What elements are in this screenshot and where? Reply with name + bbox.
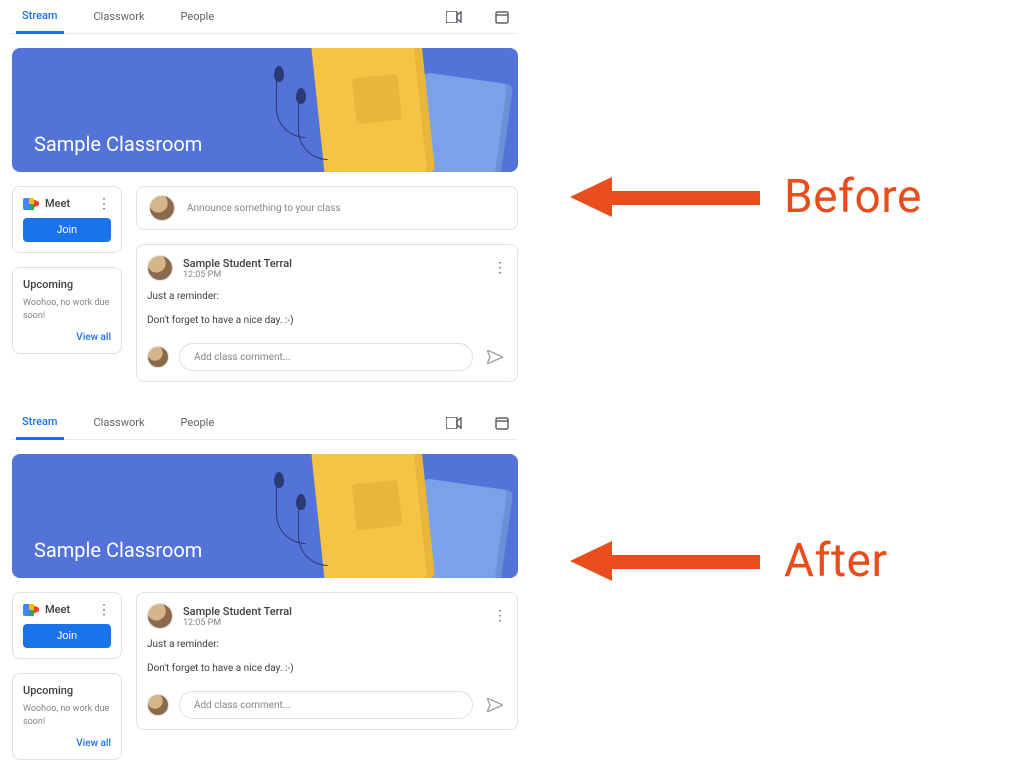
post-body-line2: Don't forget to have a nice day. :-) xyxy=(147,661,507,677)
meet-more-icon[interactable]: ⋮ xyxy=(97,199,111,209)
join-meet-button[interactable]: Join xyxy=(23,218,111,242)
upcoming-text: Woohoo, no work due soon! xyxy=(23,703,111,728)
class-hero-banner: Sample Classroom xyxy=(12,454,518,578)
class-title: Sample Classroom xyxy=(34,132,202,156)
meet-camera-icon[interactable] xyxy=(442,5,466,29)
annotation-before: Before xyxy=(570,170,922,224)
meet-logo-icon xyxy=(23,604,39,616)
post-author-avatar xyxy=(147,603,173,629)
arrow-icon xyxy=(570,177,760,217)
comment-avatar xyxy=(147,694,169,716)
meet-logo-icon xyxy=(23,198,39,210)
tab-people[interactable]: People xyxy=(175,0,221,34)
class-title: Sample Classroom xyxy=(34,538,202,562)
meet-card: Meet ⋮ Join xyxy=(12,592,122,659)
comment-avatar xyxy=(147,346,169,368)
add-comment-input[interactable]: Add class comment... xyxy=(179,691,473,719)
upcoming-card: Upcoming Woohoo, no work due soon! View … xyxy=(12,673,122,760)
calendar-icon[interactable] xyxy=(490,5,514,29)
send-comment-icon[interactable] xyxy=(483,693,507,717)
classroom-panel-before: Stream Classwork People xyxy=(0,0,530,394)
annotation-column: Before After xyxy=(570,0,922,588)
announce-placeholder: Announce something to your class xyxy=(187,203,341,214)
add-comment-input[interactable]: Add class comment... xyxy=(179,343,473,371)
upcoming-view-all-link[interactable]: View all xyxy=(23,738,111,749)
post-body-line1: Just a reminder: xyxy=(147,289,507,305)
upcoming-title: Upcoming xyxy=(23,278,111,291)
meet-label: Meet xyxy=(45,197,70,210)
tab-bar: Stream Classwork People xyxy=(12,0,518,34)
stream-post: Sample Student Terral 12:05 PM ⋮ Just a … xyxy=(136,592,518,730)
tab-classwork[interactable]: Classwork xyxy=(88,406,151,440)
hero-illustration xyxy=(278,48,518,172)
announce-composer[interactable]: Announce something to your class xyxy=(136,186,518,230)
upcoming-text: Woohoo, no work due soon! xyxy=(23,297,111,322)
post-time: 12:05 PM xyxy=(183,270,292,280)
stream-post: Sample Student Terral 12:05 PM ⋮ Just a … xyxy=(136,244,518,382)
meet-more-icon[interactable]: ⋮ xyxy=(97,605,111,615)
upcoming-title: Upcoming xyxy=(23,684,111,697)
tab-bar: Stream Classwork People xyxy=(12,406,518,440)
post-author-name: Sample Student Terral xyxy=(183,257,292,270)
calendar-icon[interactable] xyxy=(490,411,514,435)
annotation-after-label: After xyxy=(784,534,888,588)
arrow-icon xyxy=(570,541,760,581)
send-comment-icon[interactable] xyxy=(483,345,507,369)
hero-illustration xyxy=(278,454,518,578)
join-meet-button[interactable]: Join xyxy=(23,624,111,648)
upcoming-card: Upcoming Woohoo, no work due soon! View … xyxy=(12,267,122,354)
post-time: 12:05 PM xyxy=(183,618,292,628)
classroom-panel-after: Stream Classwork People xyxy=(0,406,530,772)
meet-label: Meet xyxy=(45,603,70,616)
post-author-avatar xyxy=(147,255,173,281)
tab-stream[interactable]: Stream xyxy=(16,0,64,34)
annotation-before-label: Before xyxy=(784,170,922,224)
meet-camera-icon[interactable] xyxy=(442,411,466,435)
tab-classwork[interactable]: Classwork xyxy=(88,0,151,34)
tab-stream[interactable]: Stream xyxy=(16,406,64,440)
post-body-line1: Just a reminder: xyxy=(147,637,507,653)
upcoming-view-all-link[interactable]: View all xyxy=(23,332,111,343)
tab-people[interactable]: People xyxy=(175,406,221,440)
meet-card: Meet ⋮ Join xyxy=(12,186,122,253)
class-hero-banner: Sample Classroom xyxy=(12,48,518,172)
post-more-icon[interactable]: ⋮ xyxy=(493,260,507,276)
post-body-line2: Don't forget to have a nice day. :-) xyxy=(147,313,507,329)
post-more-icon[interactable]: ⋮ xyxy=(493,608,507,624)
user-avatar xyxy=(149,195,175,221)
annotation-after: After xyxy=(570,534,922,588)
post-author-name: Sample Student Terral xyxy=(183,605,292,618)
